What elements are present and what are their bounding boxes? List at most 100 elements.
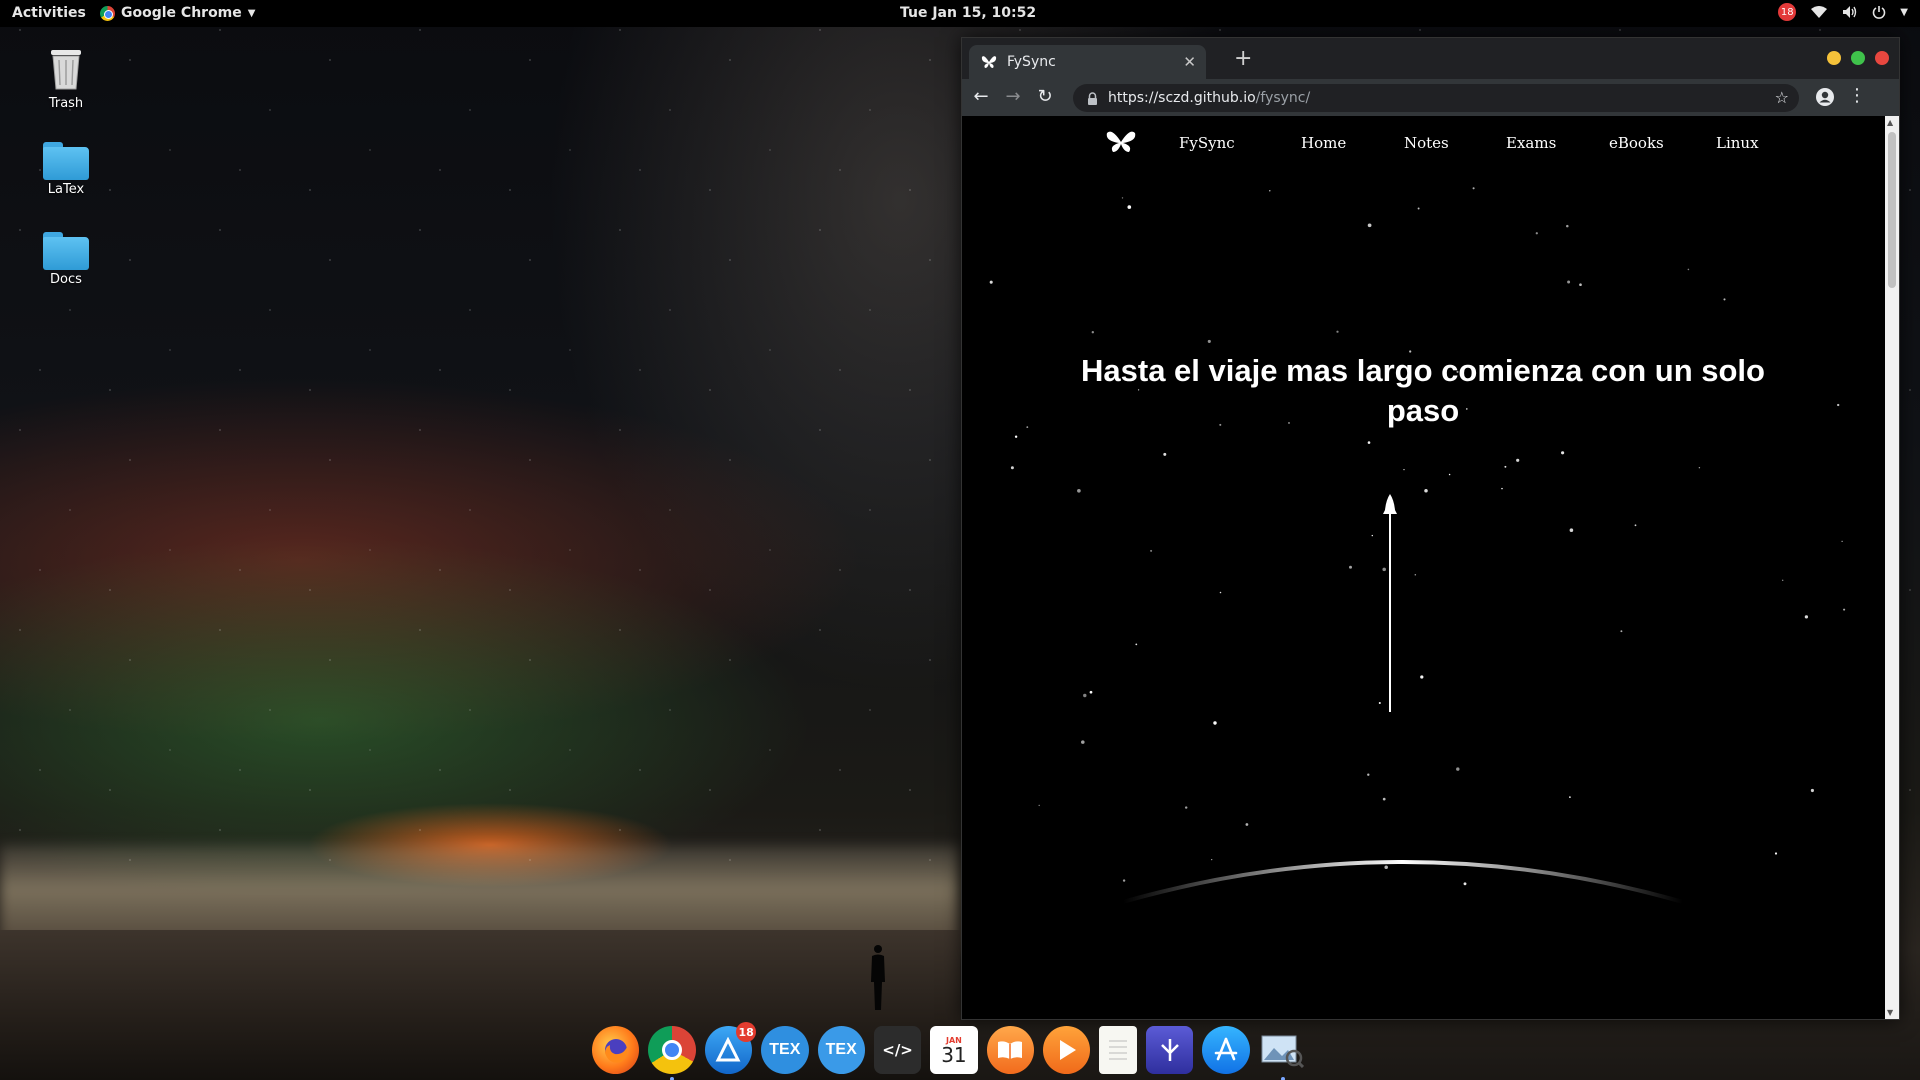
star bbox=[1077, 488, 1081, 493]
calendar-icon: 31 bbox=[941, 1042, 967, 1067]
mail-icon bbox=[1160, 1039, 1179, 1061]
desktop-icon-label: LaTex bbox=[47, 182, 85, 197]
address-bar[interactable]: https://sczd.github.io/fysync/ ☆ bbox=[1073, 84, 1799, 112]
desktop-icon-docs[interactable]: Docs bbox=[21, 232, 111, 287]
code-editor-icon: </> bbox=[882, 1041, 913, 1059]
nav-notes[interactable]: Notes bbox=[1404, 134, 1449, 152]
star bbox=[1843, 608, 1846, 611]
close-tab-icon[interactable]: ✕ bbox=[1183, 53, 1196, 71]
star bbox=[1269, 190, 1271, 192]
reload-button[interactable]: ↻ bbox=[1034, 86, 1056, 107]
dock-books[interactable] bbox=[986, 1026, 1034, 1074]
star bbox=[1038, 804, 1040, 807]
image-viewer-icon bbox=[1261, 1035, 1305, 1068]
scroll-up-icon[interactable]: ▲ bbox=[1887, 118, 1893, 127]
browser-window: FySync ✕ + ← → ↻ https://sczd.github.io /… bbox=[961, 37, 1900, 1020]
nav-exams[interactable]: Exams bbox=[1506, 134, 1556, 152]
menu-kebab-icon[interactable]: ⋮ bbox=[1848, 85, 1866, 106]
star bbox=[1367, 773, 1370, 776]
media-player-icon bbox=[1059, 1040, 1076, 1060]
star bbox=[1687, 268, 1690, 271]
star bbox=[1561, 451, 1565, 455]
dock-image-viewer[interactable] bbox=[1259, 1026, 1306, 1080]
maximize-button[interactable] bbox=[1851, 51, 1865, 65]
dock-app-updater[interactable]: 18 bbox=[704, 1022, 757, 1074]
wifi-icon[interactable] bbox=[1810, 5, 1828, 19]
star bbox=[1127, 205, 1132, 209]
bookmark-star-icon[interactable]: ☆ bbox=[1775, 88, 1789, 107]
url-path: /fysync/ bbox=[1255, 90, 1311, 106]
power-icon[interactable] bbox=[1872, 5, 1886, 19]
star bbox=[1213, 721, 1217, 725]
web-page: FySync Home Notes Exams eBooks Linux Has… bbox=[963, 116, 1885, 1019]
star bbox=[1567, 280, 1571, 284]
chevron-down-icon: ▼ bbox=[247, 7, 256, 19]
star bbox=[1414, 574, 1417, 576]
rocket-icon bbox=[1383, 494, 1397, 712]
tab-fysync[interactable]: FySync ✕ bbox=[969, 45, 1206, 79]
star bbox=[1774, 852, 1778, 855]
new-tab-button[interactable]: + bbox=[1234, 46, 1252, 71]
star bbox=[1620, 630, 1623, 633]
scrollbar-thumb[interactable] bbox=[1888, 132, 1896, 288]
nav-linux[interactable]: Linux bbox=[1716, 134, 1759, 152]
star bbox=[1083, 693, 1087, 698]
star bbox=[1804, 615, 1809, 619]
dock-firefox[interactable] bbox=[592, 1026, 640, 1074]
page-scrollbar[interactable]: ▲ ▼ bbox=[1885, 116, 1899, 1019]
back-button[interactable]: ← bbox=[970, 86, 992, 107]
nav-ebooks[interactable]: eBooks bbox=[1609, 134, 1664, 152]
dock-texstudio[interactable]: TEX bbox=[817, 1026, 865, 1074]
star bbox=[1026, 426, 1029, 428]
dock-mail[interactable] bbox=[1145, 1026, 1194, 1074]
star bbox=[1163, 452, 1167, 456]
dock-chrome[interactable] bbox=[648, 1026, 696, 1080]
nav-brand[interactable]: FySync bbox=[1179, 134, 1235, 152]
update-count-badge: 18 bbox=[736, 1022, 757, 1042]
star bbox=[1569, 528, 1574, 532]
star bbox=[1841, 540, 1843, 543]
dock-calendar[interactable]: JAN 31 bbox=[930, 1026, 978, 1074]
desktop-icon-latex[interactable]: LaTex bbox=[21, 142, 111, 197]
activities-button[interactable]: Activities bbox=[12, 5, 86, 21]
firefox-icon bbox=[604, 1039, 628, 1063]
window-controls bbox=[1827, 51, 1889, 65]
star bbox=[1367, 223, 1372, 228]
star bbox=[1403, 468, 1405, 471]
star bbox=[1569, 796, 1571, 798]
desktop-icon-trash[interactable]: Trash bbox=[21, 46, 111, 111]
star bbox=[1382, 797, 1386, 801]
close-window-button[interactable] bbox=[1875, 51, 1889, 65]
star bbox=[1424, 488, 1428, 493]
folder-icon bbox=[43, 142, 89, 180]
star bbox=[1723, 298, 1726, 301]
profile-icon[interactable] bbox=[1815, 87, 1835, 107]
butterfly-logo-icon[interactable] bbox=[1105, 130, 1137, 154]
star bbox=[1089, 690, 1093, 694]
dock-media-player[interactable] bbox=[1043, 1026, 1091, 1074]
star bbox=[1371, 534, 1373, 537]
star bbox=[1420, 675, 1424, 679]
texmaker-icon: TEX bbox=[769, 1041, 801, 1058]
clock[interactable]: Tue Jan 15, 10:52 bbox=[900, 5, 1036, 21]
browser-toolbar: ← → ↻ https://sczd.github.io/fysync/ ☆ ⋮ bbox=[962, 79, 1899, 116]
dock-notes[interactable] bbox=[1099, 1026, 1137, 1074]
star bbox=[1081, 740, 1085, 744]
nav-home[interactable]: Home bbox=[1301, 134, 1346, 152]
chevron-down-icon[interactable]: ▼ bbox=[1900, 7, 1908, 18]
notification-badge[interactable]: 18 bbox=[1778, 3, 1797, 21]
minimize-button[interactable] bbox=[1827, 51, 1841, 65]
scroll-down-icon[interactable]: ▼ bbox=[1887, 1008, 1893, 1017]
forward-button[interactable]: → bbox=[1002, 86, 1024, 107]
dock-code-editor[interactable]: </> bbox=[873, 1026, 922, 1074]
star bbox=[1535, 232, 1538, 235]
dock-texmaker[interactable]: TEX bbox=[761, 1026, 809, 1074]
star bbox=[1698, 466, 1701, 469]
chrome-icon bbox=[662, 1040, 683, 1060]
system-tray: 18 ▼ bbox=[1778, 3, 1908, 21]
star bbox=[1417, 207, 1420, 210]
volume-icon[interactable] bbox=[1842, 5, 1858, 19]
star bbox=[989, 280, 993, 284]
dock-app-store[interactable] bbox=[1202, 1026, 1250, 1074]
app-menu[interactable]: Google Chrome ▼ bbox=[100, 5, 255, 21]
